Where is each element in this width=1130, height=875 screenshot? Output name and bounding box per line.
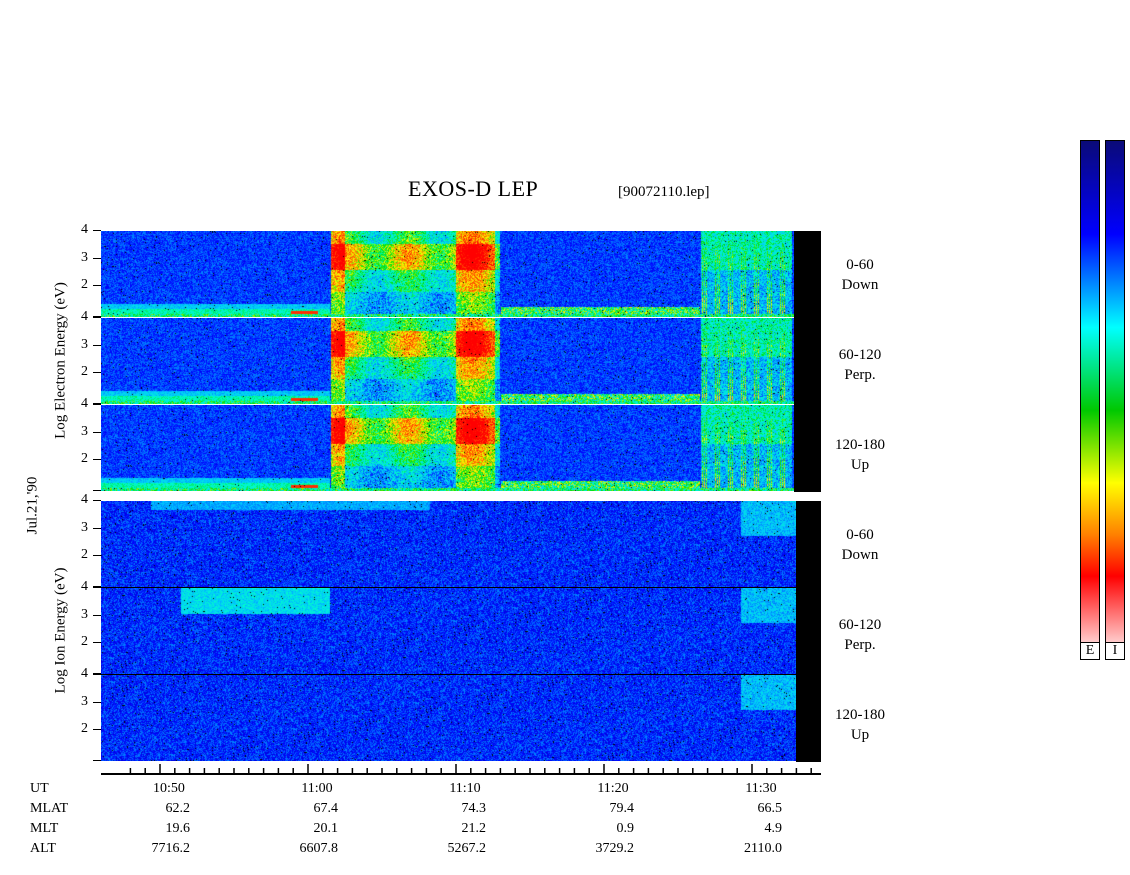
row-label-ut: UT (30, 781, 49, 796)
y-tick-mark (93, 614, 101, 616)
colorbar-ion (1105, 140, 1125, 660)
y-tick-mark (93, 760, 101, 761)
angle-label-ion-down: 0-60 Down (841, 527, 879, 563)
y-tick-label: 2 (81, 721, 88, 737)
y-tick-label: 4 (81, 665, 88, 681)
row-label-mlt: MLT (30, 821, 59, 836)
alt-value: 7716.2 (151, 841, 191, 856)
chart-title: EXOS-D LEP (408, 176, 539, 201)
y-tick-mark (93, 316, 101, 318)
ion-panel-perp (101, 588, 797, 674)
y-tick-mark (93, 344, 101, 346)
y-tick-label: 3 (81, 423, 88, 439)
row-label-mlat: MLAT (30, 801, 69, 816)
y-tick-mark (93, 285, 101, 287)
y-tick-label: 3 (81, 249, 88, 265)
angle-label-ion-up: 120-180 Up (835, 707, 885, 743)
mlat-value: 67.4 (313, 801, 339, 816)
ion-panel-down (101, 501, 797, 587)
mlt-value: 4.9 (764, 821, 783, 836)
y-tick-label: 4 (81, 491, 88, 507)
y-tick-mark (93, 527, 101, 529)
y-tick-label: 3 (81, 606, 88, 622)
ut-tick-label: 11:00 (301, 781, 333, 796)
mlat-value: 74.3 (461, 801, 487, 816)
y-tick-mark (93, 431, 101, 433)
y-tick-mark (93, 372, 101, 374)
y-tick-mark (93, 586, 101, 588)
file-name: [90072110.lep] (618, 184, 710, 200)
mlat-value: 62.2 (165, 801, 191, 816)
y-tick-label: 3 (81, 693, 88, 709)
mlt-value: 21.2 (461, 821, 487, 836)
y-tick-mark (93, 701, 101, 703)
y-tick-mark (93, 459, 101, 461)
row-label-alt: ALT (30, 841, 56, 856)
ion-divider (101, 674, 797, 675)
angle-label-electron-down: 0-60 Down (841, 257, 879, 293)
electron-y-axis-label: Log Electron Energy (eV) (52, 282, 69, 439)
mlt-value: 20.1 (313, 821, 339, 836)
mlt-value: 19.6 (165, 821, 191, 836)
electron-panel-down (101, 231, 797, 317)
y-tick-mark (93, 229, 101, 231)
mlat-value: 66.5 (757, 801, 783, 816)
y-tick-label: 2 (81, 451, 88, 467)
ut-tick-label: 10:50 (153, 781, 185, 796)
colorbar-electron (1080, 140, 1100, 660)
y-tick-label: 4 (81, 578, 88, 594)
ut-tick-label: 11:30 (745, 781, 777, 796)
y-tick-mark (93, 642, 101, 644)
alt-value: 3729.2 (595, 841, 635, 856)
y-tick-mark (93, 490, 101, 491)
y-tick-label: 2 (81, 277, 88, 293)
angle-label-electron-perp: 60-120 Perp. (838, 347, 882, 383)
ut-tick-label: 11:20 (597, 781, 629, 796)
ion-panel-up (101, 675, 797, 761)
y-tick-mark (93, 403, 101, 405)
y-tick-label: 2 (81, 547, 88, 563)
electron-panel-up (101, 405, 797, 491)
alt-value: 5267.2 (447, 841, 487, 856)
y-tick-mark (93, 729, 101, 731)
y-tick-mark (93, 673, 101, 675)
y-tick-mark (93, 555, 101, 557)
y-tick-label: 4 (81, 395, 88, 411)
ion-divider (101, 587, 797, 588)
angle-label-electron-up: 120-180 Up (835, 437, 885, 473)
colorbar-electron-label: E (1080, 642, 1100, 660)
electron-panel-perp (101, 318, 797, 404)
date-label: Jul.21,'90 (24, 476, 41, 535)
ut-tick-label: 11:10 (449, 781, 481, 796)
y-tick-label: 4 (81, 308, 88, 324)
y-tick-label: 3 (81, 336, 88, 352)
time-axis (101, 764, 821, 775)
angle-label-ion-perp: 60-120 Perp. (838, 617, 882, 653)
alt-value: 6607.8 (299, 841, 339, 856)
colorbar-ion-label: I (1105, 642, 1125, 660)
y-tick-label: 2 (81, 364, 88, 380)
alt-value: 2110.0 (744, 841, 782, 856)
y-tick-mark (93, 499, 101, 501)
mlat-value: 79.4 (609, 801, 635, 816)
y-tick-mark (93, 257, 101, 259)
y-tick-label: 3 (81, 519, 88, 535)
mlt-value: 0.9 (616, 821, 635, 836)
y-tick-label: 2 (81, 634, 88, 650)
y-tick-label: 4 (81, 221, 88, 237)
ion-y-axis-label: Log Ion Energy (eV) (52, 567, 69, 694)
